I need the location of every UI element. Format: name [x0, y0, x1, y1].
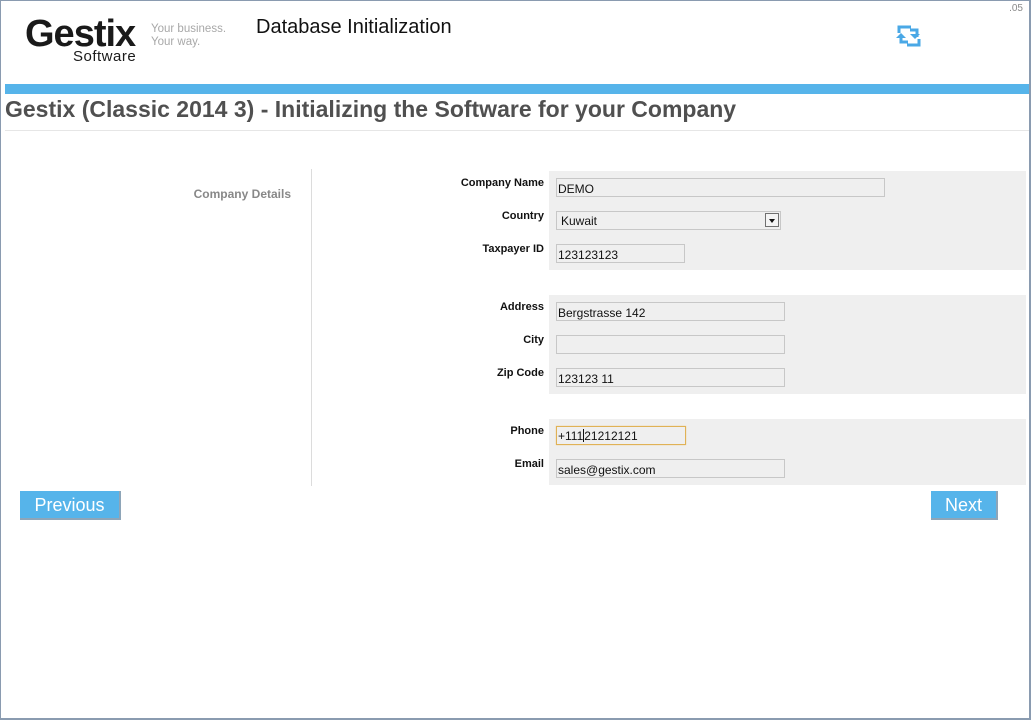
- version-label: .05: [1009, 3, 1023, 14]
- section-label-company-details: Company Details: [193, 187, 291, 201]
- phone-input[interactable]: +11121212121: [556, 426, 686, 445]
- title-divider: [5, 130, 1029, 131]
- city-input[interactable]: [556, 335, 785, 354]
- company-name-label: Company Name: [460, 177, 544, 189]
- zip-code-input[interactable]: [556, 368, 785, 387]
- logo-subtitle: Software: [73, 48, 137, 65]
- app-window: .05 Gestix Software Your business. Your …: [0, 0, 1031, 720]
- country-selected-value: Kuwait: [561, 214, 598, 228]
- logo-tagline: Your business. Your way.: [151, 23, 226, 49]
- gestix-logo: Gestix Software Your business. Your way.: [25, 15, 235, 67]
- city-label: City: [523, 334, 544, 346]
- address-input[interactable]: [556, 302, 785, 321]
- email-input[interactable]: [556, 459, 785, 478]
- app-title: Database Initialization: [256, 16, 452, 38]
- sync-icon[interactable]: [896, 23, 922, 49]
- tagline-line-1: Your business.: [151, 23, 227, 35]
- zip-code-label: Zip Code: [496, 367, 544, 379]
- taxpayer-id-input[interactable]: [556, 244, 685, 263]
- company-name-input[interactable]: [556, 178, 885, 197]
- taxpayer-id-label: Taxpayer ID: [482, 243, 544, 255]
- phone-value-before-caret: +111: [558, 429, 584, 443]
- chevron-down-icon[interactable]: [765, 213, 779, 227]
- header-accent-bar: [5, 84, 1029, 94]
- text-caret: [583, 429, 585, 442]
- section-divider: [311, 169, 312, 486]
- page-title: Gestix (Classic 2014 3) - Initializing t…: [5, 96, 737, 122]
- next-button[interactable]: Next: [931, 491, 998, 520]
- email-label: Email: [514, 458, 544, 470]
- phone-label: Phone: [510, 425, 544, 437]
- previous-button[interactable]: Previous: [20, 491, 121, 520]
- address-label: Address: [499, 301, 544, 313]
- tagline-line-2: Your way.: [151, 36, 201, 48]
- phone-value-after-caret: 21212121: [584, 429, 638, 443]
- country-select[interactable]: Kuwait: [556, 211, 781, 230]
- country-label: Country: [501, 210, 544, 222]
